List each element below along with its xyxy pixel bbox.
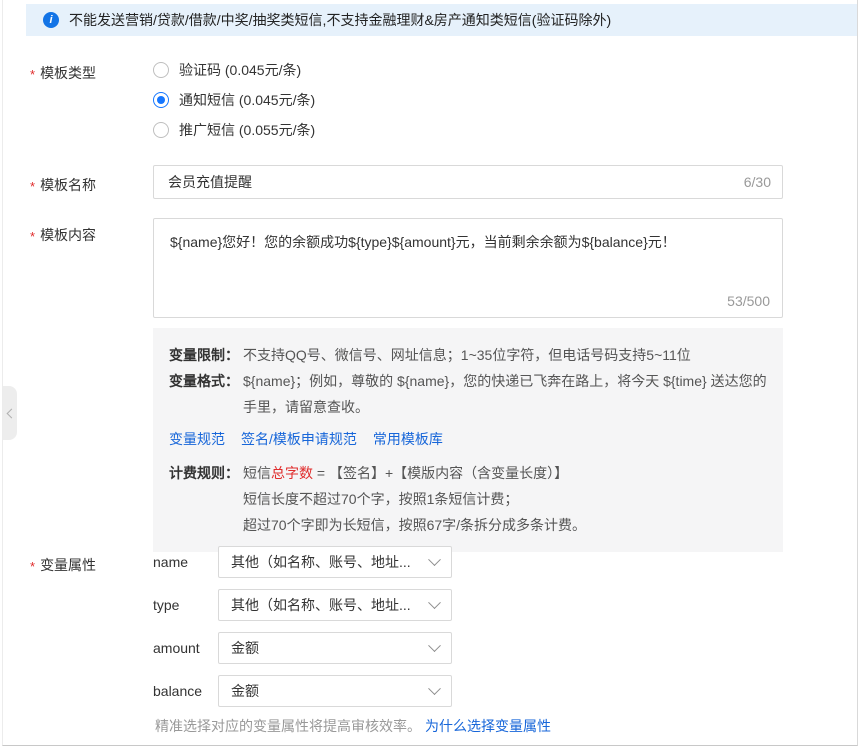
- select-value: 其他（如名称、账号、地址...: [231, 595, 411, 615]
- radio-option-verification-code[interactable]: 验证码 (0.045元/条): [153, 55, 315, 85]
- radio-option-label: 验证码 (0.045元/条): [179, 60, 301, 80]
- radio-option-label: 推广短信 (0.055元/条): [179, 120, 315, 140]
- billing-rules-text: 短信总字数 = 【签名】+【模版内容（含变量长度）】 短信长度不超过70个字，按…: [243, 460, 767, 538]
- chevron-down-icon: [428, 596, 441, 609]
- variable-attrs-rows: name 其他（如名称、账号、地址... type 其他（如名称、账号、地址..…: [153, 546, 452, 718]
- billing-line-1: 短信总字数 = 【签名】+【模版内容（含变量长度）】: [243, 460, 767, 486]
- var-row-balance: balance 金额: [153, 675, 452, 707]
- template-name-label: 模板名称: [30, 175, 96, 195]
- info-icon: i: [43, 12, 59, 28]
- template-name-counter: 6/30: [744, 174, 771, 190]
- variable-limit-text: 不支持QQ号、微信号、网址信息；1~35位字符，但电话号码支持5~11位: [243, 342, 767, 368]
- chevron-left-icon: [6, 408, 16, 418]
- hint-text: 精准选择对应的变量属性将提高审核效率。: [155, 718, 421, 734]
- radio-option-promotion-sms[interactable]: 推广短信 (0.055元/条): [153, 115, 315, 145]
- var-row-name: name 其他（如名称、账号、地址...: [153, 546, 452, 578]
- template-name-field-wrap: 6/30: [153, 165, 783, 199]
- chevron-down-icon: [428, 639, 441, 652]
- template-name-input[interactable]: [153, 165, 783, 199]
- panel-collapse-handle[interactable]: [3, 386, 17, 440]
- radio-option-notification-sms[interactable]: 通知短信 (0.045元/条): [153, 85, 315, 115]
- radio-icon[interactable]: [153, 122, 169, 138]
- link-why-variable-attrs[interactable]: 为什么选择变量属性: [425, 718, 551, 734]
- variable-format-text: ${name}；例如，尊敬的 ${name}，您的快递已飞奔在路上，将今天 ${…: [243, 368, 767, 420]
- template-content-counter: 53/500: [727, 293, 770, 309]
- template-content-textarea[interactable]: ${name}您好！您的余额成功${type}${amount}元，当前剩余余额…: [154, 219, 782, 317]
- var-name-label: type: [153, 597, 218, 613]
- radio-icon[interactable]: [153, 92, 169, 108]
- sms-template-form-panel: i 不能发送营销/贷款/借款/中奖/抽奖类短信,不支持金融理财&房产通知类短信(…: [2, 0, 858, 746]
- template-type-radio-group: 验证码 (0.045元/条) 通知短信 (0.045元/条) 推广短信 (0.0…: [153, 55, 315, 145]
- var-amount-select[interactable]: 金额: [218, 632, 452, 664]
- chevron-down-icon: [428, 553, 441, 566]
- billing-rules-box: 计费规则： 短信总字数 = 【签名】+【模版内容（含变量长度）】 短信长度不超过…: [153, 446, 783, 552]
- template-content-field-wrap: ${name}您好！您的余额成功${type}${amount}元，当前剩余余额…: [153, 218, 783, 318]
- select-value: 金额: [231, 681, 259, 701]
- billing-rules-title: 计费规则：: [169, 460, 239, 538]
- var-row-type: type 其他（如名称、账号、地址...: [153, 589, 452, 621]
- billing-rules-row: 计费规则： 短信总字数 = 【签名】+【模版内容（含变量长度）】 短信长度不超过…: [169, 460, 767, 538]
- radio-icon[interactable]: [153, 62, 169, 78]
- variable-attrs-label: 变量属性: [30, 555, 96, 575]
- var-name-label: amount: [153, 640, 218, 656]
- variable-format-title: 变量格式：: [169, 368, 239, 420]
- variable-attrs-hint: 精准选择对应的变量属性将提高审核效率。为什么选择变量属性: [155, 716, 551, 736]
- billing-line-3: 超过70个字即为长短信，按照67字/条拆分成多条计费。: [243, 512, 767, 538]
- template-content-label: 模板内容: [30, 225, 96, 245]
- radio-option-label: 通知短信 (0.045元/条): [179, 90, 315, 110]
- variable-limit-row: 变量限制： 不支持QQ号、微信号、网址信息；1~35位字符，但电话号码支持5~1…: [169, 342, 767, 368]
- notice-banner-text: 不能发送营销/贷款/借款/中奖/抽奖类短信,不支持金融理财&房产通知类短信(验证…: [69, 10, 611, 30]
- variable-limit-title: 变量限制：: [169, 342, 239, 368]
- chevron-down-icon: [428, 682, 441, 695]
- billing-total-chars-red: 总字数: [271, 465, 313, 481]
- template-type-label: 模板类型: [30, 63, 96, 83]
- billing-line-2: 短信长度不超过70个字，按照1条短信计费；: [243, 486, 767, 512]
- var-row-amount: amount 金额: [153, 632, 452, 664]
- select-value: 金额: [231, 638, 259, 658]
- var-name-select[interactable]: 其他（如名称、账号、地址...: [218, 546, 452, 578]
- var-name-label: balance: [153, 683, 218, 699]
- var-type-select[interactable]: 其他（如名称、账号、地址...: [218, 589, 452, 621]
- var-balance-select[interactable]: 金额: [218, 675, 452, 707]
- notice-banner: i 不能发送营销/贷款/借款/中奖/抽奖类短信,不支持金融理财&房产通知类短信(…: [26, 4, 857, 36]
- var-name-label: name: [153, 554, 218, 570]
- variable-format-row: 变量格式： ${name}；例如，尊敬的 ${name}，您的快递已飞奔在路上，…: [169, 368, 767, 420]
- select-value: 其他（如名称、账号、地址...: [231, 552, 411, 572]
